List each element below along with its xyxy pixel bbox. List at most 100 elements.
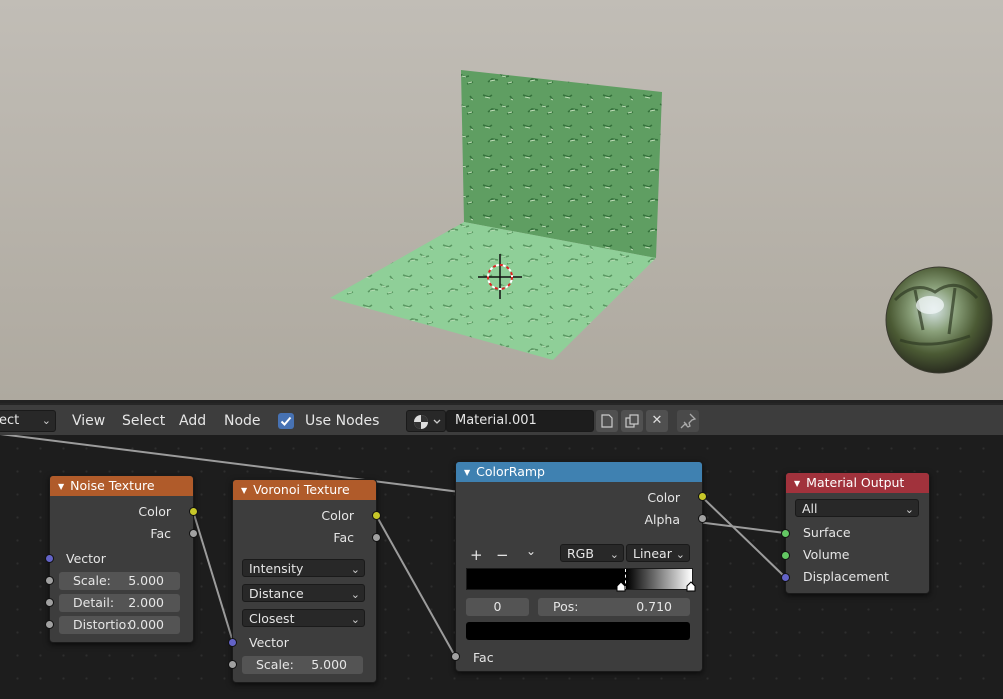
voronoi-scale-field[interactable]: Scale: 5.000 xyxy=(242,656,363,674)
noise-distortion-input-socket[interactable] xyxy=(45,620,54,629)
stop-index-field[interactable]: 0 xyxy=(466,598,529,616)
menu-select[interactable]: Select xyxy=(122,413,165,429)
material-output-title: Material Output xyxy=(806,475,905,490)
colorramp-title: ColorRamp xyxy=(476,464,545,479)
voronoi-texture-node[interactable]: ▼ Voronoi Texture Color Fac Intensity ⌄ Di… xyxy=(232,479,377,683)
colorramp-header[interactable]: ▼ ColorRamp xyxy=(456,462,702,482)
voronoi-feature-value: Closest xyxy=(249,611,295,626)
voronoi-output-color-label: Color xyxy=(321,508,354,523)
stop-color-swatch[interactable] xyxy=(466,622,690,640)
use-nodes-label[interactable]: Use Nodes xyxy=(305,413,379,429)
collapse-triangle-icon[interactable]: ▼ xyxy=(241,486,247,495)
browse-icon[interactable] xyxy=(596,410,618,432)
checkbox-icon[interactable] xyxy=(278,413,294,429)
editor-mode-select[interactable]: ect ⌄ xyxy=(0,410,56,432)
noise-input-vector-label: Vector xyxy=(66,551,106,566)
output-displacement-input-socket[interactable] xyxy=(781,573,790,582)
interpolation-value: Linear xyxy=(633,546,672,561)
chevron-down-icon: ⌄ xyxy=(904,503,914,516)
material-browse-dropdown[interactable] xyxy=(406,410,446,432)
chevron-down-icon: ⌄ xyxy=(350,613,360,626)
colorramp-output-alpha-label: Alpha xyxy=(644,512,680,527)
menu-node[interactable]: Node xyxy=(224,413,261,429)
chevron-down-icon: ⌄ xyxy=(609,548,619,561)
noise-scale-input-socket[interactable] xyxy=(45,576,54,585)
noise-texture-header[interactable]: ▼ Noise Texture xyxy=(50,476,193,496)
link-voronoi-colorramp xyxy=(375,514,456,657)
voronoi-scale-label: Scale: xyxy=(256,657,294,672)
link-noise-voronoi xyxy=(192,510,234,643)
output-volume-input-socket[interactable] xyxy=(781,551,790,560)
colorramp-node[interactable]: ▼ ColorRamp Color Alpha + − ⌄ RGB ⌄ Linear… xyxy=(455,461,703,672)
link-color-displacement xyxy=(700,495,786,578)
render-target-select[interactable]: All ⌄ xyxy=(795,499,919,517)
noise-distortion-label: Distortio: xyxy=(73,617,131,632)
colorramp-output-color-label: Color xyxy=(647,490,680,505)
voronoi-fac-output-socket[interactable] xyxy=(372,533,381,542)
menu-add[interactable]: Add xyxy=(179,413,206,429)
output-input-displacement-label: Displacement xyxy=(803,569,889,584)
voronoi-feature-select[interactable]: Closest ⌄ xyxy=(242,609,365,627)
duplicate-icon[interactable] xyxy=(621,410,643,432)
remove-stop-button[interactable]: − xyxy=(496,546,509,564)
viewport-scene xyxy=(330,70,993,374)
noise-vector-input-socket[interactable] xyxy=(45,554,54,563)
3d-viewport[interactable] xyxy=(0,0,1003,400)
close-icon[interactable]: ✕ xyxy=(646,410,668,432)
voronoi-output-fac-label: Fac xyxy=(333,530,354,545)
menu-view[interactable]: View xyxy=(72,413,105,429)
voronoi-distance-select[interactable]: Distance ⌄ xyxy=(242,584,365,602)
colorramp-alpha-output-socket[interactable] xyxy=(698,514,707,523)
material-output-node[interactable]: ▼ Material Output All ⌄ Surface Volume Dis… xyxy=(785,472,930,594)
chevron-down-icon: ⌄ xyxy=(41,414,51,427)
material-name: Material.001 xyxy=(455,413,537,428)
noise-detail-field[interactable]: Detail: 2.000 xyxy=(59,594,180,612)
colorramp-fac-input-socket[interactable] xyxy=(451,652,460,661)
hdri-preview-sphere xyxy=(885,266,993,374)
voronoi-distance-value: Distance xyxy=(249,586,304,601)
interpolation-select[interactable]: Linear ⌄ xyxy=(626,544,690,562)
noise-distortion-value: 0.000 xyxy=(128,617,164,632)
node-editor-header: ect ⌄ View Select Add Node Use Nodes Mat… xyxy=(0,403,1003,437)
noise-distortion-field[interactable]: Distortio: 0.000 xyxy=(59,616,180,634)
voronoi-texture-header[interactable]: ▼ Voronoi Texture xyxy=(233,480,376,500)
voronoi-texture-title: Voronoi Texture xyxy=(253,482,350,497)
chevron-down-icon: ⌄ xyxy=(350,563,360,576)
collapse-triangle-icon[interactable]: ▼ xyxy=(794,479,800,488)
collapse-triangle-icon[interactable]: ▼ xyxy=(464,468,470,477)
noise-color-output-socket[interactable] xyxy=(189,507,198,516)
noise-scale-field[interactable]: Scale: 5.000 xyxy=(59,572,180,590)
add-stop-button[interactable]: + xyxy=(470,546,483,564)
noise-output-fac-label: Fac xyxy=(150,526,171,541)
chevron-down-icon[interactable]: ⌄ xyxy=(526,544,536,558)
voronoi-vector-input-socket[interactable] xyxy=(228,638,237,647)
noise-texture-title: Noise Texture xyxy=(70,478,155,493)
voronoi-scale-input-socket[interactable] xyxy=(228,660,237,669)
noise-detail-label: Detail: xyxy=(73,595,115,610)
noise-fac-output-socket[interactable] xyxy=(189,529,198,538)
collapse-triangle-icon[interactable]: ▼ xyxy=(58,482,64,491)
voronoi-scale-value: 5.000 xyxy=(311,657,347,672)
material-sphere-icon xyxy=(414,415,441,429)
output-surface-input-socket[interactable] xyxy=(781,529,790,538)
voronoi-color-output-socket[interactable] xyxy=(372,511,381,520)
noise-texture-node[interactable]: ▼ Noise Texture Color Fac Vector Scale: 5… xyxy=(49,475,194,643)
voronoi-coloring-select[interactable]: Intensity ⌄ xyxy=(242,559,365,577)
stop-position-label: Pos: xyxy=(553,599,579,614)
material-name-field[interactable]: Material.001 xyxy=(446,410,594,432)
colorramp-input-fac-label: Fac xyxy=(473,650,494,665)
noise-detail-value: 2.000 xyxy=(128,595,164,610)
chevron-down-icon: ⌄ xyxy=(675,548,685,561)
noise-scale-value: 5.000 xyxy=(128,573,164,588)
color-mode-select[interactable]: RGB ⌄ xyxy=(560,544,624,562)
pin-icon[interactable] xyxy=(677,410,699,432)
node-editor-canvas[interactable]: ▼ Noise Texture Color Fac Vector Scale: 5… xyxy=(0,435,1003,699)
chevron-down-icon: ⌄ xyxy=(350,588,360,601)
noise-scale-label: Scale: xyxy=(73,573,111,588)
voronoi-coloring-value: Intensity xyxy=(249,561,304,576)
ramp-stop-handles[interactable] xyxy=(456,580,702,594)
stop-position-field[interactable]: Pos: 0.710 xyxy=(538,598,690,616)
material-output-header[interactable]: ▼ Material Output xyxy=(786,473,929,493)
noise-detail-input-socket[interactable] xyxy=(45,598,54,607)
colorramp-color-output-socket[interactable] xyxy=(698,492,707,501)
